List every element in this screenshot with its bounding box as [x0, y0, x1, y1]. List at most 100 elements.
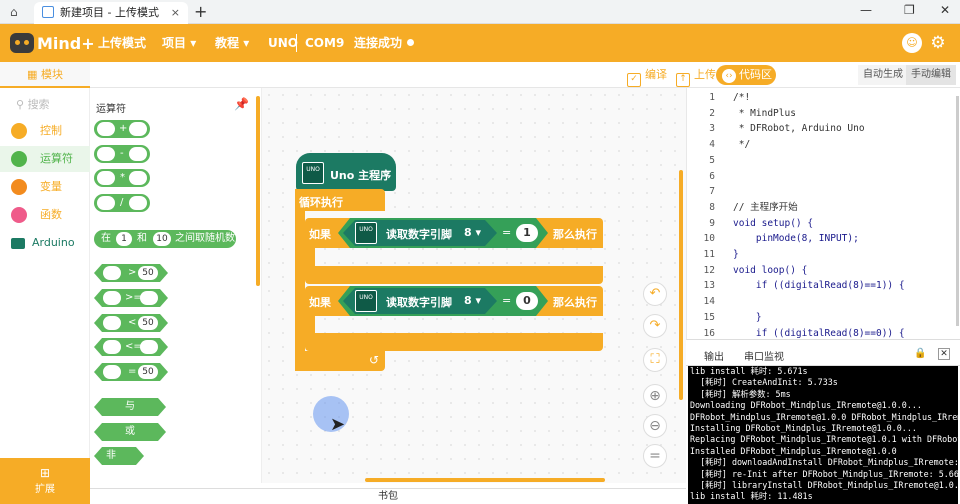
pin-dropdown[interactable]: 8 ▾: [464, 294, 481, 307]
add-block[interactable]: +: [94, 120, 150, 138]
project-menu[interactable]: 项目 ▾: [162, 24, 196, 62]
code-area-toggle[interactable]: ‹› 代码区: [716, 65, 776, 85]
read-digital-pin-block-1[interactable]: UNO 读取数字引脚 8 ▾: [343, 220, 497, 246]
zoom-out-icon[interactable]: ⊖: [643, 414, 667, 438]
compare-value[interactable]: [140, 291, 158, 305]
line-number: 8: [709, 201, 715, 213]
maximize-icon[interactable]: ❐: [904, 3, 915, 17]
if-foot: [305, 333, 603, 351]
zoom-in-icon[interactable]: ⊕: [643, 384, 667, 408]
random-a[interactable]: 1: [116, 232, 132, 246]
category-label: 运算符: [40, 152, 73, 165]
category-operators[interactable]: 运算符: [0, 146, 90, 172]
browser-tab[interactable]: 新建项目 - 上传模式 ×: [34, 2, 188, 24]
tab-serial-monitor[interactable]: 串口监视: [744, 348, 784, 363]
compare-value[interactable]: 50: [138, 316, 158, 330]
compare-value[interactable]: 50: [138, 365, 158, 379]
palette-scrollbar[interactable]: [256, 96, 260, 286]
tab-close-icon[interactable]: ×: [171, 2, 180, 24]
upload-label: 上传: [694, 68, 716, 81]
crop-icon[interactable]: ⛶: [643, 348, 667, 372]
upload-button[interactable]: ↑ 上传: [676, 66, 716, 87]
greater-equal-block[interactable]: >=: [94, 289, 168, 307]
multiply-block[interactable]: *: [94, 169, 150, 187]
logic-label: 非: [106, 450, 116, 461]
output-console[interactable]: lib install 耗时: 5.671s [耗时] CreateAndIni…: [688, 366, 958, 504]
extension-label: 扩展: [35, 484, 55, 495]
uno-main-hat-block[interactable]: UNO Uno 主程序: [296, 153, 396, 191]
category-control[interactable]: 控制: [0, 118, 90, 144]
loop-foot: ↺: [295, 351, 385, 371]
subtract-block[interactable]: -: [94, 145, 150, 163]
new-tab-icon[interactable]: +: [194, 2, 207, 21]
zoom-reset-icon[interactable]: =: [643, 444, 667, 468]
redo-icon[interactable]: ↷: [643, 314, 667, 338]
tab-output[interactable]: 输出: [704, 348, 724, 363]
workspace-hscrollbar[interactable]: [365, 478, 605, 482]
line-number: 15: [703, 311, 715, 323]
category-sidebar: ⚲ 搜索 控制 运算符 变量 函数 Arduino: [0, 88, 90, 458]
home-icon[interactable]: ⌂: [10, 5, 24, 19]
category-arduino[interactable]: Arduino: [0, 230, 90, 256]
chevron-down-icon: ▾: [243, 36, 250, 50]
port-button[interactable]: COM9: [305, 24, 344, 62]
op-label: *: [120, 172, 125, 183]
backpack-bar[interactable]: 书包: [90, 488, 686, 504]
user-robot-icon[interactable]: ☺: [902, 33, 922, 53]
not-block[interactable]: 非: [94, 447, 144, 465]
divide-block[interactable]: /: [94, 194, 150, 212]
or-block[interactable]: 或: [94, 423, 166, 441]
code-line: 13 if ((digitalRead(8)==1)) {: [687, 278, 960, 294]
tab-blocks[interactable]: ▦ 模块: [0, 62, 90, 88]
minimize-icon[interactable]: —: [860, 3, 872, 17]
manual-edit-button[interactable]: 手动编辑: [906, 65, 956, 85]
mode-button[interactable]: 上传模式: [98, 24, 146, 62]
if-label: 如果: [309, 228, 331, 241]
tutorial-menu[interactable]: 教程 ▾: [215, 24, 249, 62]
if-foot: [305, 266, 603, 284]
random-b[interactable]: 10: [153, 232, 171, 246]
line-number: 9: [709, 217, 715, 229]
window-close-icon[interactable]: ✕: [940, 3, 950, 17]
output-line: [耗时] re-Init after DFRobot_Mindplus_IRre…: [690, 468, 958, 479]
output-line: [耗时] downloadAndInstall DFRobot_Mindplus…: [690, 457, 958, 468]
clear-icon[interactable]: ✕: [938, 348, 950, 360]
category-dot-icon: [11, 123, 27, 139]
compare-value[interactable]: 50: [138, 266, 158, 280]
line-number: 16: [703, 327, 715, 339]
category-dot-icon: [11, 151, 27, 167]
line-number: 11: [703, 249, 715, 260]
board-button[interactable]: UNO: [268, 24, 298, 62]
and-block[interactable]: 与: [94, 398, 166, 416]
category-functions[interactable]: 函数: [0, 202, 90, 228]
less-equal-block[interactable]: <=: [94, 338, 168, 356]
pin-dropdown[interactable]: 8 ▾: [464, 226, 481, 239]
gear-icon[interactable]: ⚙: [928, 33, 948, 53]
category-variables[interactable]: 变量: [0, 174, 90, 200]
code-line: 9 void setup() {: [687, 216, 960, 232]
auto-generate-button[interactable]: 自动生成: [858, 65, 908, 85]
code-scrollbar[interactable]: [956, 96, 959, 326]
equal-block[interactable]: = 50: [94, 363, 168, 381]
extension-button[interactable]: ⊞ 扩展: [0, 458, 90, 504]
workspace-vscrollbar[interactable]: [679, 170, 683, 400]
connection-status[interactable]: 连接成功: [354, 24, 415, 62]
value-input-1[interactable]: 1: [516, 224, 538, 242]
status-dot-icon: [407, 39, 415, 46]
greater-than-block[interactable]: >50: [94, 264, 168, 282]
read-digital-pin-block-2[interactable]: UNO 读取数字引脚 8 ▾: [343, 288, 497, 314]
random-block[interactable]: 在 1 和 10 之间取随机数: [94, 230, 236, 248]
forever-loop-block[interactable]: 循环执行: [295, 189, 385, 211]
compile-button[interactable]: ✓ 编译: [627, 66, 667, 87]
code-icon: ‹›: [722, 69, 736, 83]
code-text: void loop() {: [733, 264, 808, 276]
value-input-2[interactable]: 0: [516, 292, 538, 310]
pin-icon[interactable]: 📌: [234, 97, 249, 111]
equals-label: =: [502, 294, 512, 307]
code-editor[interactable]: 1/*! 2 * MindPlus 3 * DFRobot, Arduino Uno…: [686, 88, 960, 370]
compare-value[interactable]: [140, 340, 158, 354]
lock-icon[interactable]: 🔒: [914, 348, 926, 359]
undo-icon[interactable]: ↶: [643, 282, 667, 306]
search-field[interactable]: ⚲ 搜索: [16, 96, 50, 112]
less-than-block[interactable]: <50: [94, 314, 168, 332]
